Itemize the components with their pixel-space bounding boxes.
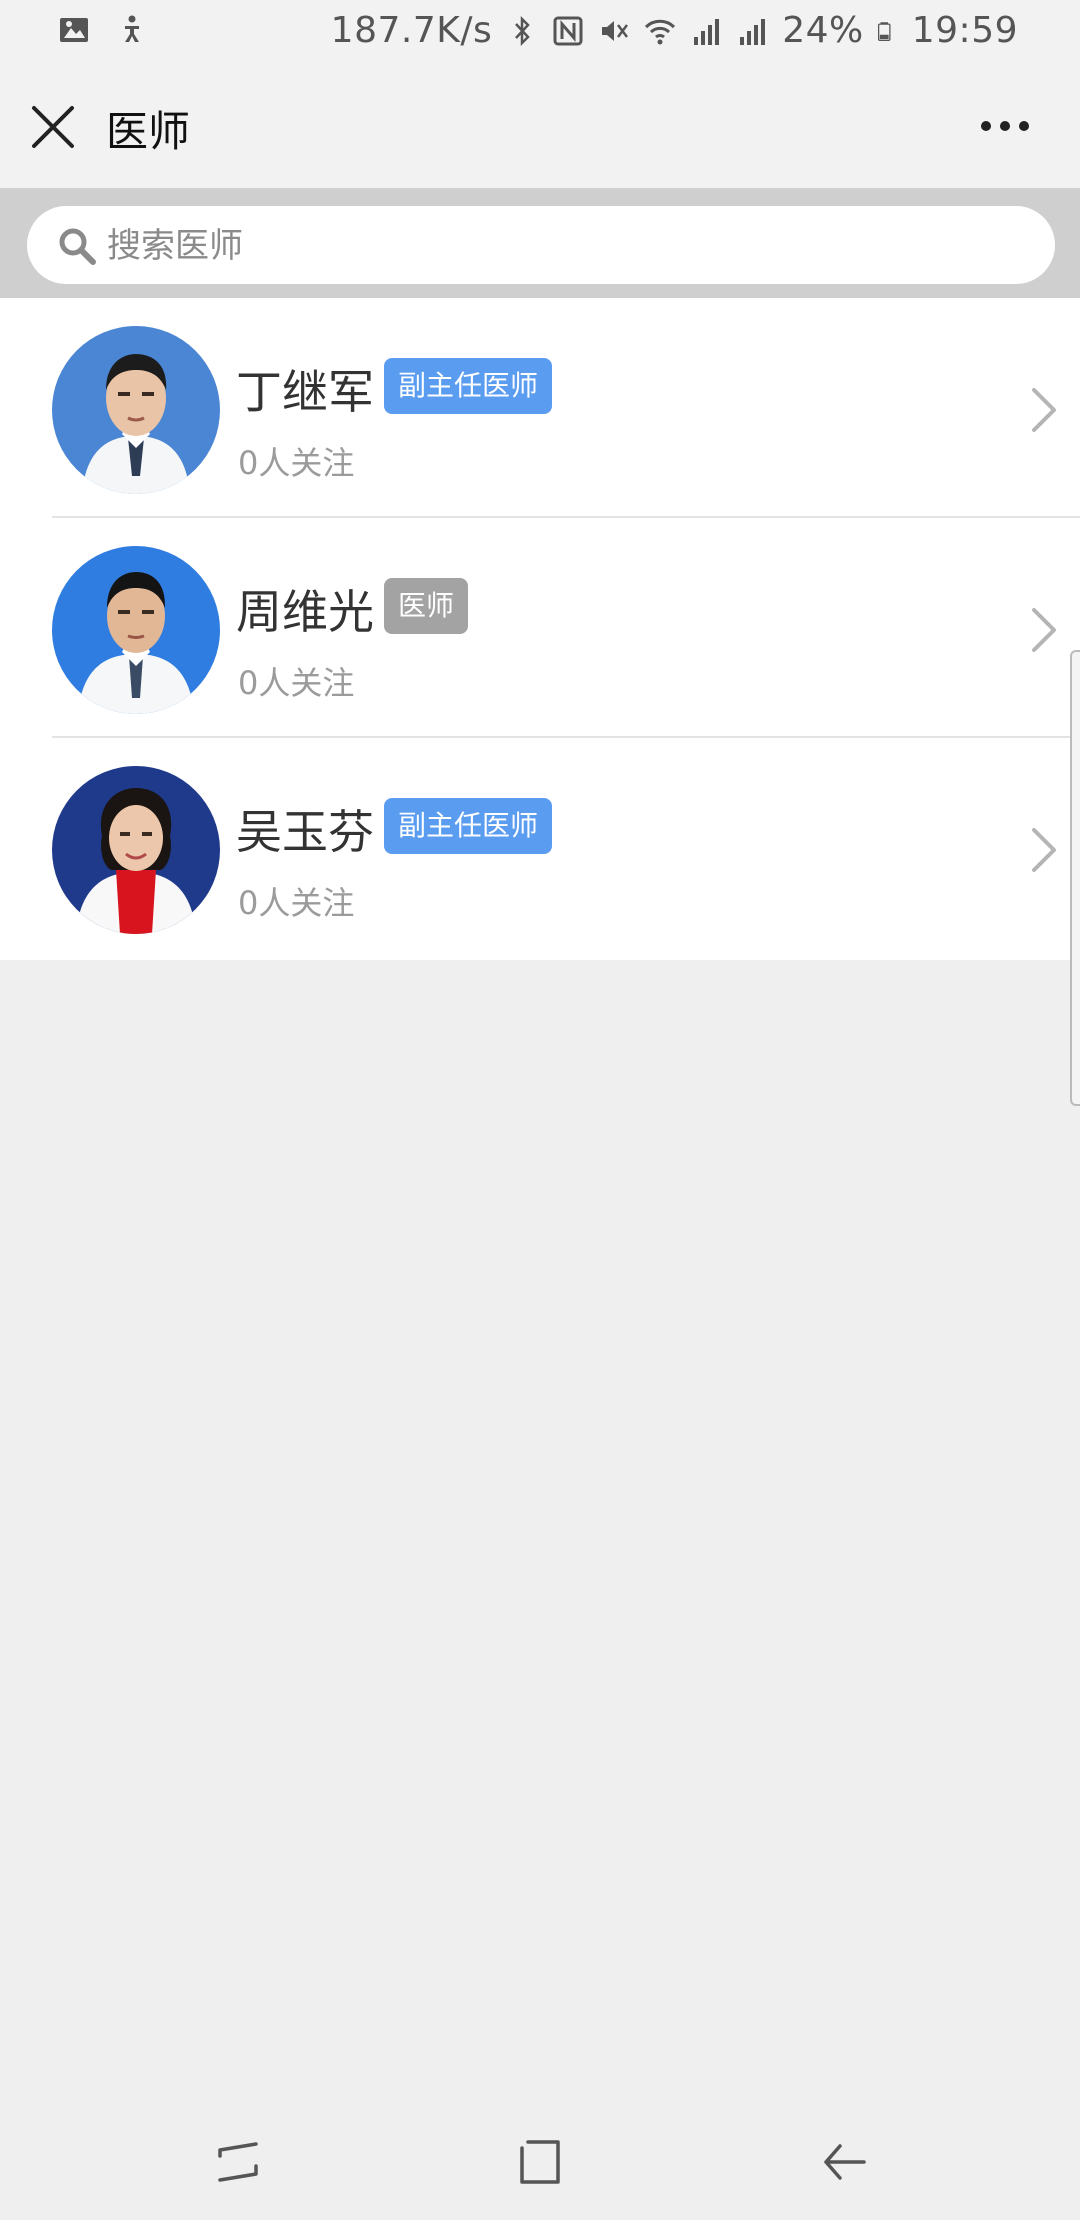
doctor-row[interactable]: 周维光 医师 0人关注 [0,518,1080,738]
doctor-name: 丁继军 [236,365,374,419]
follower-count: 0人关注 [238,884,355,922]
nfc-icon [553,16,583,45]
title-badge: 副主任医师 [384,798,553,854]
mute-icon [602,20,629,41]
network-speed: 187.7K/s [330,10,493,51]
back-icon[interactable] [818,2136,870,2188]
title-badge: 医师 [384,578,469,634]
follower-count: 0人关注 [238,444,355,482]
page-title: 医师 [106,107,191,156]
clock: 19:59 [911,10,1018,51]
bluetooth-icon [515,15,530,46]
chevron-right-icon [1032,608,1056,652]
close-icon[interactable] [30,104,76,150]
search-icon [59,228,96,265]
status-right-icons: 187.7K/s 24% 19:59 [331,10,1018,51]
follower-count: 0人关注 [238,664,355,702]
system-nav-bar [0,2100,1080,2220]
avatar [52,546,220,714]
nav-bar: 医师 [0,64,1080,188]
avatar [52,326,220,494]
search-input[interactable] [105,206,1009,286]
search-bar [0,188,1080,298]
side-drawer-handle[interactable] [1070,650,1080,1106]
avatar [52,766,220,934]
gallery-icon [60,18,88,42]
doctor-name: 吴玉芬 [236,805,374,859]
accessibility-icon [125,15,139,42]
doctor-name: 周维光 [236,585,374,639]
chevron-right-icon [1032,828,1056,872]
recent-apps-icon[interactable] [212,2136,264,2188]
wifi-icon [645,19,676,44]
chevron-right-icon [1032,388,1056,432]
signal-2g-icon [740,18,766,45]
status-left-icons [58,14,148,46]
battery-icon [877,21,891,41]
search-box[interactable] [27,206,1055,286]
doctor-row[interactable]: 吴玉芬 副主任医师 0人关注 [0,738,1080,958]
battery-percent: 24% [782,10,864,51]
signal-4g-icon [694,18,720,45]
title-badge: 副主任医师 [384,358,553,414]
status-bar: 187.7K/s 24% 19:59 [0,0,1080,64]
home-icon[interactable] [514,2136,566,2188]
more-icon[interactable] [980,114,1030,138]
doctor-list: 丁继军 副主任医师 0人关注 周维光 医师 0人关注 吴玉芬 副主任医师 0人关… [0,298,1080,1106]
doctor-row[interactable]: 丁继军 副主任医师 0人关注 [0,298,1080,518]
